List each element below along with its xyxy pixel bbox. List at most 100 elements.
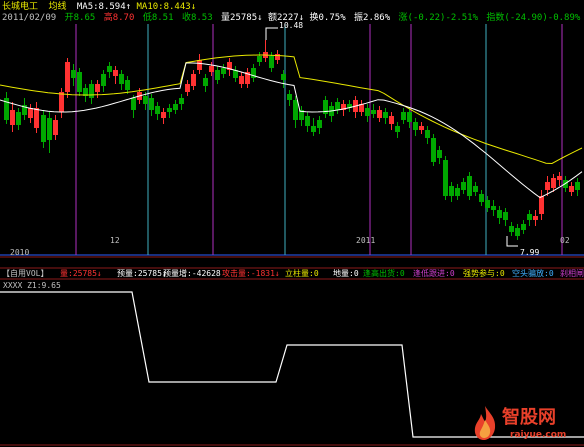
indicator-name[interactable]: 【自用VOL】 bbox=[2, 269, 48, 279]
candle-body bbox=[467, 176, 472, 196]
ma5-line bbox=[0, 62, 583, 199]
candle-body bbox=[575, 182, 580, 190]
candle-body bbox=[317, 120, 322, 128]
date-value: 2011/02/09 bbox=[2, 13, 57, 23]
arrow-down-icon: ↓ bbox=[96, 269, 102, 278]
candle-body bbox=[77, 72, 82, 92]
candle-body bbox=[119, 74, 124, 84]
candle-body bbox=[257, 56, 262, 62]
watermark-cn: 智股网 bbox=[502, 407, 556, 428]
candle-body bbox=[539, 196, 544, 214]
kline-chart-canvas[interactable] bbox=[0, 0, 584, 447]
time-label-02: 02 bbox=[560, 236, 570, 245]
candle-body bbox=[113, 70, 118, 76]
candle-body bbox=[191, 74, 196, 86]
candlesticks bbox=[4, 40, 580, 240]
candle-body bbox=[197, 60, 202, 70]
candle-body bbox=[293, 100, 298, 120]
candle-body bbox=[269, 56, 274, 68]
open-value: 开8.65 bbox=[64, 13, 96, 23]
ind-base: 地量:0 bbox=[333, 269, 359, 278]
low-price-label: 7.99 bbox=[520, 248, 540, 257]
ind-limit-up: 立柱量:0 bbox=[285, 269, 319, 278]
ma10-arrow-icon: ↓ bbox=[190, 2, 197, 12]
watermark-url: raiyue.com bbox=[510, 430, 567, 440]
candle-body bbox=[65, 62, 70, 92]
candle-body bbox=[311, 126, 316, 132]
header-row-1: 长城电工 均线 MA5:8.594↑ MA10:8.443↓ bbox=[2, 2, 196, 12]
candle-body bbox=[131, 98, 136, 110]
chart-mode[interactable]: 均线 bbox=[48, 2, 66, 12]
flame-logo-icon bbox=[474, 406, 496, 440]
candle-body bbox=[143, 96, 148, 104]
high-price-pointer bbox=[265, 27, 278, 40]
candle-body bbox=[221, 68, 226, 74]
arrow-down-icon: ↓ bbox=[274, 269, 280, 278]
high-price-label: 10.48 bbox=[279, 21, 304, 30]
turnover-value: 换0.75% bbox=[309, 13, 346, 23]
candle-body bbox=[71, 70, 76, 78]
ind-pullback: 逢低跟进:0 bbox=[413, 269, 455, 278]
candle-body bbox=[215, 70, 220, 80]
ind-low-cost: 逢高出货:0 bbox=[363, 269, 405, 278]
candle-body bbox=[431, 138, 436, 162]
candle-body bbox=[491, 206, 496, 210]
candle-body bbox=[521, 224, 526, 230]
candle-body bbox=[161, 112, 166, 118]
candle-body bbox=[437, 150, 442, 158]
period-markers bbox=[75, 24, 563, 255]
high-value: 高8.70 bbox=[103, 13, 135, 23]
ma5-arrow-icon: ↑ bbox=[125, 2, 132, 12]
candle-body bbox=[107, 66, 112, 72]
candle-body bbox=[401, 112, 406, 120]
candle-body bbox=[335, 102, 340, 110]
candle-body bbox=[533, 216, 538, 220]
candle-body bbox=[41, 115, 46, 142]
low-price-pointer bbox=[506, 236, 518, 247]
candle-body bbox=[419, 126, 424, 130]
ma5-value: MA5:8.594 bbox=[76, 2, 126, 12]
candle-body bbox=[95, 84, 100, 92]
candle-body bbox=[173, 104, 178, 110]
candle-body bbox=[125, 80, 130, 90]
ind-short-bait: 空头骗放:0 bbox=[512, 269, 554, 278]
close-value: 收8.53 bbox=[181, 13, 213, 23]
candle-body bbox=[449, 186, 454, 196]
candle-body bbox=[509, 226, 514, 232]
candle-body bbox=[395, 126, 400, 132]
candle-body bbox=[413, 122, 418, 130]
candle-body bbox=[47, 118, 52, 140]
candle-body bbox=[485, 200, 490, 208]
candle-body bbox=[10, 110, 15, 125]
candle-body bbox=[59, 92, 64, 112]
candle-body bbox=[167, 108, 172, 112]
candle-body bbox=[503, 212, 508, 220]
time-label-12: 12 bbox=[110, 236, 120, 245]
candle-body bbox=[365, 108, 370, 116]
change-value: 涨(-0.22)-2.51% bbox=[398, 13, 478, 23]
low-value: 低8.51 bbox=[142, 13, 174, 23]
candle-body bbox=[371, 110, 376, 114]
candle-body bbox=[185, 84, 190, 92]
candle-body bbox=[377, 110, 382, 118]
candle-body bbox=[383, 112, 388, 118]
index-value: 指数(-24.90)-0.89% bbox=[486, 13, 581, 23]
stock-name[interactable]: 长城电工 bbox=[2, 2, 38, 12]
ma10-value: MA10:8.443 bbox=[136, 2, 191, 12]
candle-body bbox=[443, 160, 448, 196]
candle-body bbox=[389, 116, 394, 124]
candle-body bbox=[545, 182, 550, 190]
candle-body bbox=[305, 116, 310, 126]
time-label-2010: 2010 bbox=[10, 248, 30, 257]
candle-body bbox=[479, 194, 484, 202]
ind-pred-vol: 预量:25785↓ bbox=[117, 269, 167, 278]
candle-body bbox=[155, 106, 160, 114]
candle-body bbox=[281, 74, 286, 80]
amplitude-value: 振2.86% bbox=[354, 13, 391, 23]
candle-body bbox=[275, 54, 280, 60]
price-markers bbox=[265, 27, 518, 247]
candle-body bbox=[34, 108, 39, 128]
candle-body bbox=[28, 108, 33, 118]
candle-body bbox=[239, 76, 244, 84]
candle-body bbox=[287, 94, 292, 100]
